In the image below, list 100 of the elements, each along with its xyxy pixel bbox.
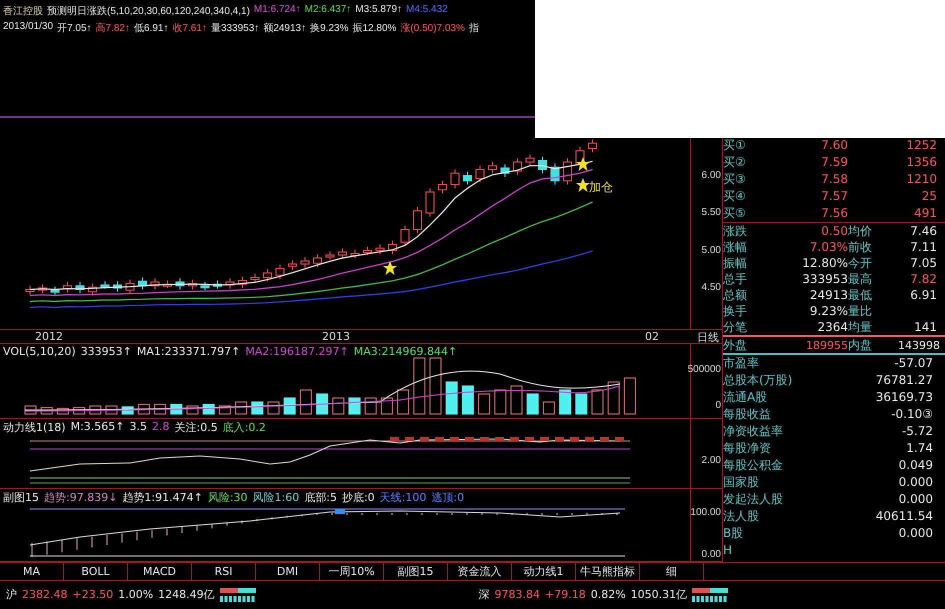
signal-bar (450, 436, 459, 441)
fundamental-value: -5.72 (902, 424, 933, 438)
candlestick (113, 280, 122, 292)
period-label: 日线 (697, 330, 719, 345)
index-change: +23.50 (72, 588, 114, 602)
legend-text: 2013/01/30 (3, 20, 54, 34)
signal-bar (495, 436, 504, 441)
stat-value: 189955 (805, 338, 848, 352)
fundamental-label: B股 (723, 524, 744, 542)
price-tick: 4.50 (702, 282, 721, 294)
candlestick (538, 156, 547, 174)
index-percent: 0.82% (590, 588, 626, 602)
axis-tick: 0 (715, 400, 721, 411)
fundamental-label: 每股净资 (723, 440, 771, 457)
order-price: 7.56 (820, 206, 848, 220)
volume-bar (316, 393, 328, 414)
stat-label: 换手 (723, 302, 748, 320)
candlestick (400, 225, 410, 246)
legend-text: 收7.61↑ (172, 22, 207, 35)
order-label: 买② (723, 154, 747, 171)
stat-value: 7.05 (909, 256, 937, 270)
axis-tick: 2.00 (702, 454, 721, 466)
stat-value: 24913 (808, 288, 848, 302)
candlestick (100, 280, 110, 290)
candlestick (413, 206, 422, 234)
index-value: 2382.48 (22, 588, 68, 602)
stat-value: 7.03% (808, 240, 848, 254)
candlestick (476, 165, 484, 183)
market-name: 沪 (6, 587, 17, 602)
index-percent: 1.00% (118, 588, 154, 602)
fundamental-label: 净资收益率 (723, 422, 783, 440)
date-tick: 2013 (322, 330, 350, 343)
volume-bar (446, 381, 458, 414)
stat-value: 6.91 (909, 288, 937, 302)
candlestick (200, 281, 210, 291)
volume-bar (106, 405, 118, 414)
annotation-text: 加仓 (589, 178, 613, 196)
candlestick (188, 279, 197, 290)
stat-label: 均价 (848, 222, 873, 240)
fundamental-value: -0.10③ (891, 407, 933, 422)
candlestick (513, 158, 522, 176)
signal-bar (405, 436, 414, 441)
fundamental-value: 0.000 (898, 526, 933, 540)
candlestick (338, 248, 347, 260)
turnover-value: 1050.31亿 (630, 587, 688, 602)
stat-label: 振幅 (723, 254, 748, 272)
legend-text: 3.5 (130, 420, 147, 435)
volume-bar (608, 381, 620, 414)
volume-bar (462, 385, 474, 414)
signal-bar (615, 436, 624, 441)
fundamental-label: 国家股 (723, 474, 759, 491)
stat-value: 12.80% (801, 256, 848, 270)
signal-bar (600, 436, 609, 441)
candlestick (563, 158, 572, 185)
stat-value: 0.50 (820, 224, 848, 238)
price-tick: 6.00 (702, 170, 721, 181)
legend-text: 振12.80% (352, 22, 396, 35)
date-tick: 02 (645, 330, 659, 343)
legend-text: M3:5.879↑ (355, 4, 402, 17)
legend-text: 换9.23% (310, 22, 348, 35)
signal-bar (540, 436, 549, 441)
candlestick (426, 188, 434, 218)
volume-bar (592, 389, 604, 414)
candlestick (300, 256, 310, 268)
volume-bar (268, 401, 280, 414)
candlestick (50, 286, 60, 296)
candlestick (126, 279, 134, 294)
price-tick: 5.00 (702, 244, 721, 256)
candlestick (313, 254, 322, 268)
volume-bar (559, 389, 572, 414)
legend-text: VOL(5,10,20) (3, 344, 76, 358)
stat-label: 总额 (723, 286, 748, 304)
fundamental-value: 40611.54 (876, 509, 933, 524)
legend-text: 低6.91↑ (134, 22, 168, 35)
candlestick (63, 281, 72, 293)
stat-label: 涨幅 (723, 238, 748, 256)
candlestick (238, 276, 247, 288)
order-label: 买③ (723, 170, 747, 188)
stat-value: 143998 (898, 338, 940, 352)
candlestick (250, 273, 260, 282)
stat-value: 333953 (801, 272, 848, 286)
legend-text: 抄底:0 (342, 490, 375, 505)
legend-text: 高7.82↑ (96, 22, 130, 35)
fundamental-label: 总股本(万股) (723, 372, 792, 389)
legend-text: MA2:196187.297↑ (245, 344, 349, 358)
turnover-value: 1248.49亿 (158, 587, 215, 602)
stat-value: 141 (913, 320, 937, 334)
candlestick (76, 281, 84, 294)
signal-bar (420, 436, 429, 441)
fundamental-label: 发起法人股 (723, 490, 783, 508)
stat-value: 9.23% (808, 304, 848, 318)
signal-bar (570, 436, 579, 441)
candlestick (438, 180, 447, 194)
legend-text: MA1:233371.797↑ (136, 344, 240, 358)
candlestick (38, 284, 47, 294)
candlestick (213, 280, 222, 290)
fundamental-label: 市盈率 (723, 354, 759, 372)
signal-bar (435, 436, 444, 441)
legend-text: 额24913↑ (263, 22, 306, 35)
legend-text: 趋势:97.839↓ (44, 490, 118, 505)
